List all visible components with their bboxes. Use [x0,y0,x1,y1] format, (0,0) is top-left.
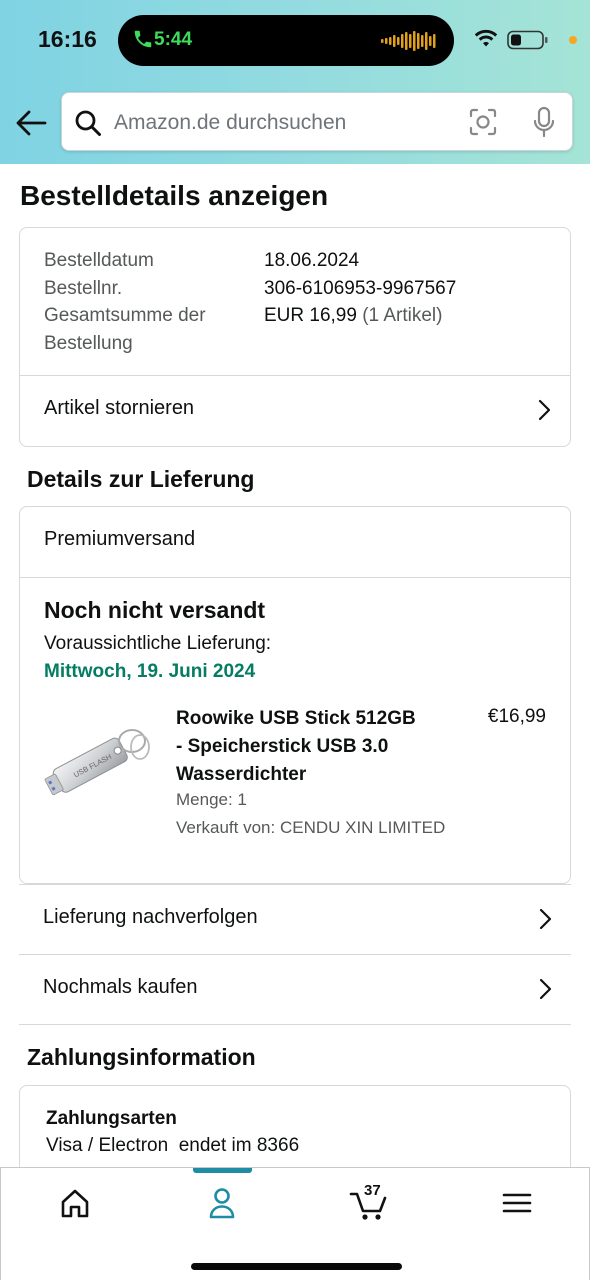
battery-icon [507,30,548,50]
tab-account[interactable] [200,1184,244,1222]
product-title-link[interactable]: Roowike USB Stick 512GB - Speicherstick … [176,705,426,789]
product-quantity: Menge: 1 [176,790,247,809]
order-total-value-row: EUR 16,99 (1 Artikel) [264,302,456,330]
wifi-icon [474,29,498,47]
divider [20,577,570,578]
bottom-tab-bar: 37 [0,1167,590,1280]
chevron-right-icon [539,978,552,1000]
hamburger-menu-icon [502,1193,532,1213]
tab-menu[interactable] [495,1184,539,1222]
chevron-right-icon [539,908,552,930]
payment-methods-heading: Zahlungsarten [46,1108,177,1129]
call-duration: 5:44 [154,29,193,50]
buy-again-link[interactable]: Nochmals kaufen [19,954,571,1024]
order-date-label: Bestelldatum [44,250,154,271]
payment-method-value: Visa / Electron endet im 8366 [46,1135,300,1156]
active-tab-indicator [193,1168,252,1173]
dynamic-island[interactable]: 5:44 [118,15,454,66]
product-image[interactable]: USB FLASH [40,719,152,803]
phone-icon [134,30,152,48]
camera-search-icon[interactable] [468,107,498,137]
delivery-card: Premiumversand Noch nicht versandt Vorau… [19,506,571,884]
order-number-label: Bestellnr. [44,277,123,299]
payment-section-title: Zahlungsinformation [27,1044,256,1070]
track-delivery-link[interactable]: Lieferung nachverfolgen [19,884,571,954]
search-icon [75,110,101,136]
divider [19,1024,571,1025]
audio-waveform-icon [381,31,436,51]
product-seller: Verkauft von: CENDU XIN LIMITED [176,818,446,837]
shipment-status: Noch nicht versandt [44,597,266,623]
user-icon [209,1188,235,1219]
delivery-section-title: Details zur Lieferung [27,466,255,492]
order-date-value: 18.06.2024 [264,250,360,271]
cancel-items-link[interactable]: Artikel stornieren [20,376,570,446]
app-header: 16:16 5:44 Amazon.de durchsuchen [0,0,590,164]
order-total-value: EUR 16,99 [264,305,357,326]
estimated-delivery-date: Mittwoch, 19. Juni 2024 [44,661,256,682]
search-input[interactable]: Amazon.de durchsuchen [114,111,346,135]
tab-home[interactable] [53,1184,97,1222]
search-bar[interactable]: Amazon.de durchsuchen [61,92,573,151]
order-summary-card: Bestelldatum Bestellnr. Gesamtsumme der … [19,227,571,447]
privacy-indicator-dot [569,36,577,44]
cart-count-badge: 37 [364,1182,381,1199]
shipping-method: Premiumversand [44,528,196,550]
order-number-value: 306-6106953-9967567 [264,277,457,299]
estimated-delivery-label: Voraussichtliche Lieferung: [44,633,272,654]
order-item-count: (1 Artikel) [362,305,443,326]
chevron-right-icon [538,399,551,421]
buy-again-label: Nochmals kaufen [43,976,198,998]
page-title: Bestelldetails anzeigen [20,180,329,211]
order-total-label-cont: Bestellung [44,332,133,354]
status-bar-time: 16:16 [38,26,97,52]
track-delivery-label: Lieferung nachverfolgen [43,906,258,928]
order-summary-labels: Bestelldatum Bestellnr. Gesamtsumme der … [44,247,206,357]
home-indicator [191,1263,402,1270]
order-summary-values: 18.06.2024 306-6106953-9967567 EUR 16,99… [264,247,456,330]
product-price: €16,99 [487,706,546,727]
microphone-icon[interactable] [532,106,556,138]
back-arrow-icon[interactable] [14,108,48,138]
order-total-label: Gesamtsumme der [44,305,206,326]
home-icon [61,1189,89,1218]
cancel-items-label: Artikel stornieren [44,397,195,419]
